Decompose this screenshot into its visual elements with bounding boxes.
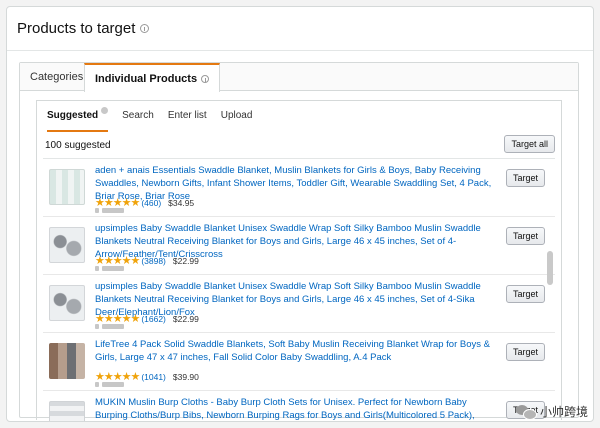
product-list: aden + anais Essentials Swaddle Blanket,… [43, 158, 555, 421]
product-price: $39.90 [172, 371, 199, 382]
product-image [49, 227, 85, 263]
product-image [49, 285, 85, 321]
targeting-card: Categories Individual Products Suggested… [19, 62, 579, 421]
product-price: $34.95 [168, 197, 195, 208]
list-item: LifeTree 4 Pack Solid Swaddle Blankets, … [43, 333, 555, 391]
product-price: $22.99 [172, 255, 199, 266]
list-item: upsimples Baby Swaddle Blanket Unisex Sw… [43, 217, 555, 275]
panel-header: Products to target [17, 20, 150, 37]
tab-bar: Categories Individual Products [20, 63, 578, 92]
subtab-search[interactable]: Search [122, 110, 154, 132]
subtab-suggested[interactable]: Suggested [47, 107, 109, 132]
list-item: aden + anais Essentials Swaddle Blanket,… [43, 159, 555, 217]
info-icon[interactable] [201, 74, 210, 83]
suggestions-pane: Suggested Search Enter list Upload 100 s… [36, 100, 562, 421]
product-title-link[interactable]: LifeTree 4 Pack Solid Swaddle Blankets, … [95, 338, 495, 364]
subtab-label: Enter list [167, 110, 207, 121]
product-price: $22.99 [172, 313, 199, 324]
review-count[interactable]: (1041) [141, 372, 166, 382]
page-title: Products to target [17, 20, 136, 37]
redacted-info [95, 382, 124, 387]
subtab-label: Upload [220, 110, 253, 121]
product-image [49, 169, 85, 205]
watermark: 小帅跨境 [515, 403, 588, 420]
watermark-text: 小帅跨境 [539, 405, 588, 419]
target-all-button[interactable]: Target all [504, 135, 555, 153]
tab-label: Individual Products [95, 72, 198, 85]
chat-bubble-icon [515, 404, 537, 420]
subtab-bar: Suggested Search Enter list Upload [47, 107, 253, 132]
subtab-enter-list[interactable]: Enter list [168, 110, 207, 132]
scrollbar-thumb[interactable] [547, 251, 553, 285]
list-item: MUKIN Muslin Burp Cloths - Baby Burp Clo… [43, 391, 555, 421]
list-item: upsimples Baby Swaddle Blanket Unisex Sw… [43, 275, 555, 333]
product-image [49, 343, 85, 379]
review-count[interactable]: (3898) [141, 256, 166, 266]
target-button[interactable]: Target [505, 169, 545, 187]
target-button[interactable]: Target [505, 227, 545, 245]
divider [7, 50, 593, 51]
products-to-target-panel: Products to target Categories Individual… [6, 6, 594, 422]
product-title-link[interactable]: MUKIN Muslin Burp Cloths - Baby Burp Clo… [95, 396, 495, 421]
redacted-info [95, 266, 124, 271]
info-icon[interactable] [140, 24, 150, 33]
redacted-info [95, 324, 124, 329]
target-button[interactable]: Target [505, 285, 545, 303]
product-image [49, 401, 85, 421]
subtab-label: Suggested [47, 110, 99, 121]
tab-individual-products[interactable]: Individual Products [84, 63, 221, 92]
redacted-info [95, 208, 124, 213]
review-count[interactable]: (1662) [141, 314, 166, 324]
target-button[interactable]: Target [505, 343, 545, 361]
help-icon[interactable] [101, 107, 109, 114]
subtab-upload[interactable]: Upload [221, 110, 253, 132]
suggestion-count: 100 suggested [45, 140, 111, 151]
tab-label: Categories [30, 71, 84, 83]
review-count[interactable]: (460) [141, 198, 161, 208]
subtab-label: Search [122, 110, 154, 121]
